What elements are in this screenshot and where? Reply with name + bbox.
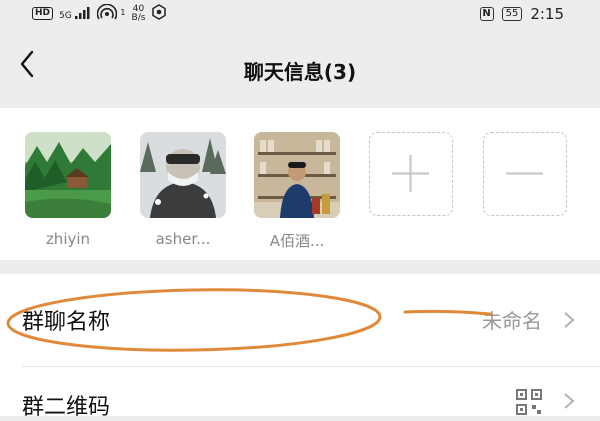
avatar [254,132,340,218]
group-name-value: 未命名 [482,309,542,333]
battery-icon: 55 [501,7,523,21]
member-name: A佰酒... [269,232,325,250]
member-item[interactable]: asher... [139,132,227,248]
member-name: asher... [155,230,211,248]
clock: 2:15 [530,5,564,23]
status-bar: HD 5G 1 40 B/s N 55 2:15 [0,0,600,30]
hotspot-icon: 1 [96,3,126,23]
group-name-row[interactable]: 群聊名称 未命名 [0,274,600,367]
speed-unit: B/s [131,12,146,23]
hd-badge: HD [32,7,54,20]
plus-icon [392,155,429,192]
signal-label: 5G [59,10,72,21]
status-right: N 55 2:15 [479,5,564,23]
minus-icon [506,172,543,175]
qr-code-icon [516,389,542,415]
member-name: zhiyin [45,230,91,248]
app-notification-icon [151,4,167,23]
title-bar: 聊天信息(3) [0,30,600,108]
avatar [25,132,111,218]
add-member-button[interactable] [369,132,453,216]
nfc-icon: N [479,7,494,21]
hotspot-count: 1 [120,8,126,17]
page-title: 聊天信息(3) [243,60,357,84]
chevron-right-icon [564,312,575,328]
member-item[interactable]: A佰酒... [253,132,341,251]
network-speed: 40 B/s [131,4,146,23]
cellular-signal-icon: 5G [59,6,91,21]
group-qr-label: 群二维码 [22,395,111,420]
status-left: HD 5G 1 40 B/s [32,3,167,23]
remove-member-button[interactable] [483,132,567,216]
member-grid: zhiyin asher... A佰酒... [0,108,600,260]
group-name-label: 群聊名称 [22,310,111,335]
avatar [140,132,226,218]
chevron-right-icon [564,393,575,409]
group-qr-row[interactable]: 群二维码 [0,367,600,420]
member-item[interactable]: zhiyin [24,132,112,248]
section-gap [0,260,600,274]
